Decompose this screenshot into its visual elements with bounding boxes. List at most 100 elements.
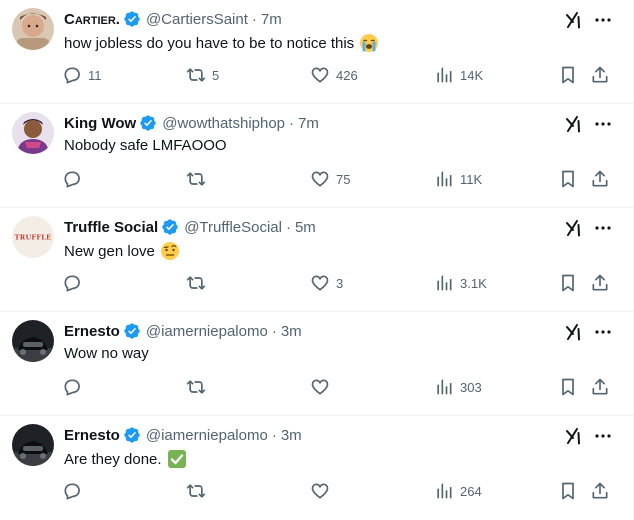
avatar[interactable]: [12, 8, 54, 50]
verified-badge-icon: [124, 427, 140, 443]
share-button[interactable]: [590, 478, 610, 504]
retweet-button[interactable]: [186, 478, 212, 504]
reply-button[interactable]: [62, 478, 88, 504]
like-button[interactable]: [310, 478, 336, 504]
avatar[interactable]: [12, 424, 54, 466]
retweet-icon: [186, 172, 206, 186]
more-options-icon[interactable]: [592, 425, 614, 447]
reply-icon: [64, 275, 80, 292]
share-button[interactable]: [590, 374, 610, 400]
user-handle[interactable]: @wowthatshiphop: [162, 115, 285, 132]
avatar[interactable]: TRUFFLE: [12, 216, 54, 258]
retweet-count: 5: [212, 67, 220, 83]
tweet-text: Nobody safe LMFAOOO: [64, 137, 227, 154]
display-name[interactable]: Ernesto: [64, 323, 120, 340]
like-button[interactable]: 3: [310, 270, 343, 296]
timestamp[interactable]: 5m: [295, 219, 316, 236]
share-icon: [592, 274, 608, 291]
retweet-icon: [186, 68, 206, 82]
share-button[interactable]: [590, 62, 610, 88]
reply-button[interactable]: [62, 374, 88, 400]
share-button[interactable]: [590, 270, 610, 296]
share-icon: [592, 66, 608, 83]
like-count: 3: [336, 275, 344, 291]
like-button[interactable]: 426: [310, 62, 358, 88]
avatar[interactable]: [12, 320, 54, 362]
retweet-button[interactable]: [186, 270, 212, 296]
views-button[interactable]: 3.1K: [434, 270, 487, 296]
tweet-text: Are they done.: [64, 450, 162, 468]
more-options-icon[interactable]: [592, 113, 614, 135]
grok-icon[interactable]: [563, 425, 585, 447]
reply-count: 11: [88, 67, 102, 83]
like-count: 75: [336, 171, 351, 187]
retweet-button[interactable]: 5: [186, 62, 219, 88]
verified-badge-icon: [162, 219, 178, 235]
user-handle[interactable]: @TruffleSocial: [184, 219, 282, 236]
tweet-actions: 3 3.1K: [62, 270, 622, 296]
reply-button[interactable]: [62, 270, 88, 296]
share-button[interactable]: [590, 166, 610, 192]
view-count: 303: [460, 379, 482, 395]
loudly-crying-face-icon: [360, 34, 379, 52]
like-button[interactable]: [310, 374, 336, 400]
grok-icon[interactable]: [563, 321, 585, 343]
separator-dot: ·: [289, 114, 295, 132]
retweet-icon: [186, 484, 206, 498]
views-chart-icon: [437, 67, 452, 83]
verified-badge-icon: [124, 11, 140, 27]
views-button[interactable]: 264: [434, 478, 482, 504]
retweet-icon: [186, 380, 206, 394]
timestamp[interactable]: 3m: [281, 323, 302, 340]
like-count: 426: [336, 67, 358, 83]
views-button[interactable]: 303: [434, 374, 482, 400]
display-name[interactable]: Truffle Social: [64, 219, 158, 236]
bookmark-button[interactable]: [558, 270, 578, 296]
user-handle[interactable]: @iamerniepalomo: [146, 427, 268, 444]
heart-icon: [311, 67, 329, 83]
grok-icon[interactable]: [563, 9, 585, 31]
grok-icon[interactable]: [563, 113, 585, 135]
bookmark-icon: [562, 170, 574, 188]
user-handle[interactable]: @CartiersSaint: [146, 11, 248, 28]
tweet[interactable]: TRUFFLE Truffle Social @TruffleSocial · …: [0, 208, 633, 312]
retweet-button[interactable]: [186, 166, 212, 192]
bookmark-button[interactable]: [558, 62, 578, 88]
bookmark-button[interactable]: [558, 478, 578, 504]
avatar[interactable]: [12, 112, 54, 154]
separator-dot: ·: [271, 322, 277, 340]
heart-icon: [311, 275, 329, 291]
user-handle[interactable]: @iamerniepalomo: [146, 323, 268, 340]
tweet-actions: 75 11K: [62, 166, 622, 192]
display-name[interactable]: King Wow: [64, 115, 136, 132]
view-count: 264: [460, 483, 482, 499]
separator-dot: ·: [271, 426, 277, 444]
bookmark-button[interactable]: [558, 374, 578, 400]
grok-icon[interactable]: [563, 217, 585, 239]
like-button[interactable]: 75: [310, 166, 350, 192]
more-options-icon[interactable]: [592, 217, 614, 239]
views-chart-icon: [437, 379, 452, 395]
timestamp[interactable]: 7m: [298, 115, 319, 132]
reply-button[interactable]: [62, 166, 88, 192]
heart-icon: [311, 379, 329, 395]
tweet[interactable]: Cartier. @CartiersSaint · 7m how jobless…: [0, 0, 633, 104]
display-name[interactable]: Ernesto: [64, 427, 120, 444]
retweet-button[interactable]: [186, 374, 212, 400]
more-options-icon[interactable]: [592, 321, 614, 343]
bookmark-icon: [562, 482, 574, 500]
views-button[interactable]: 14K: [434, 62, 483, 88]
timestamp[interactable]: 3m: [281, 427, 302, 444]
check-mark-button-icon: [167, 450, 186, 468]
bookmark-button[interactable]: [558, 166, 578, 192]
display-name[interactable]: Cartier.: [64, 11, 120, 28]
tweet[interactable]: Ernesto @iamerniepalomo · 3m Wow no way: [0, 312, 633, 416]
timestamp[interactable]: 7m: [261, 11, 282, 28]
more-options-icon[interactable]: [592, 9, 614, 31]
reply-button[interactable]: 11: [62, 62, 102, 88]
reply-icon: [64, 171, 80, 188]
tweet[interactable]: King Wow @wowthatshiphop · 7m Nobody saf…: [0, 104, 633, 208]
views-button[interactable]: 11K: [434, 166, 482, 192]
verified-badge-icon: [140, 115, 156, 131]
tweet[interactable]: Ernesto @iamerniepalomo · 3m Are they do…: [0, 416, 633, 520]
